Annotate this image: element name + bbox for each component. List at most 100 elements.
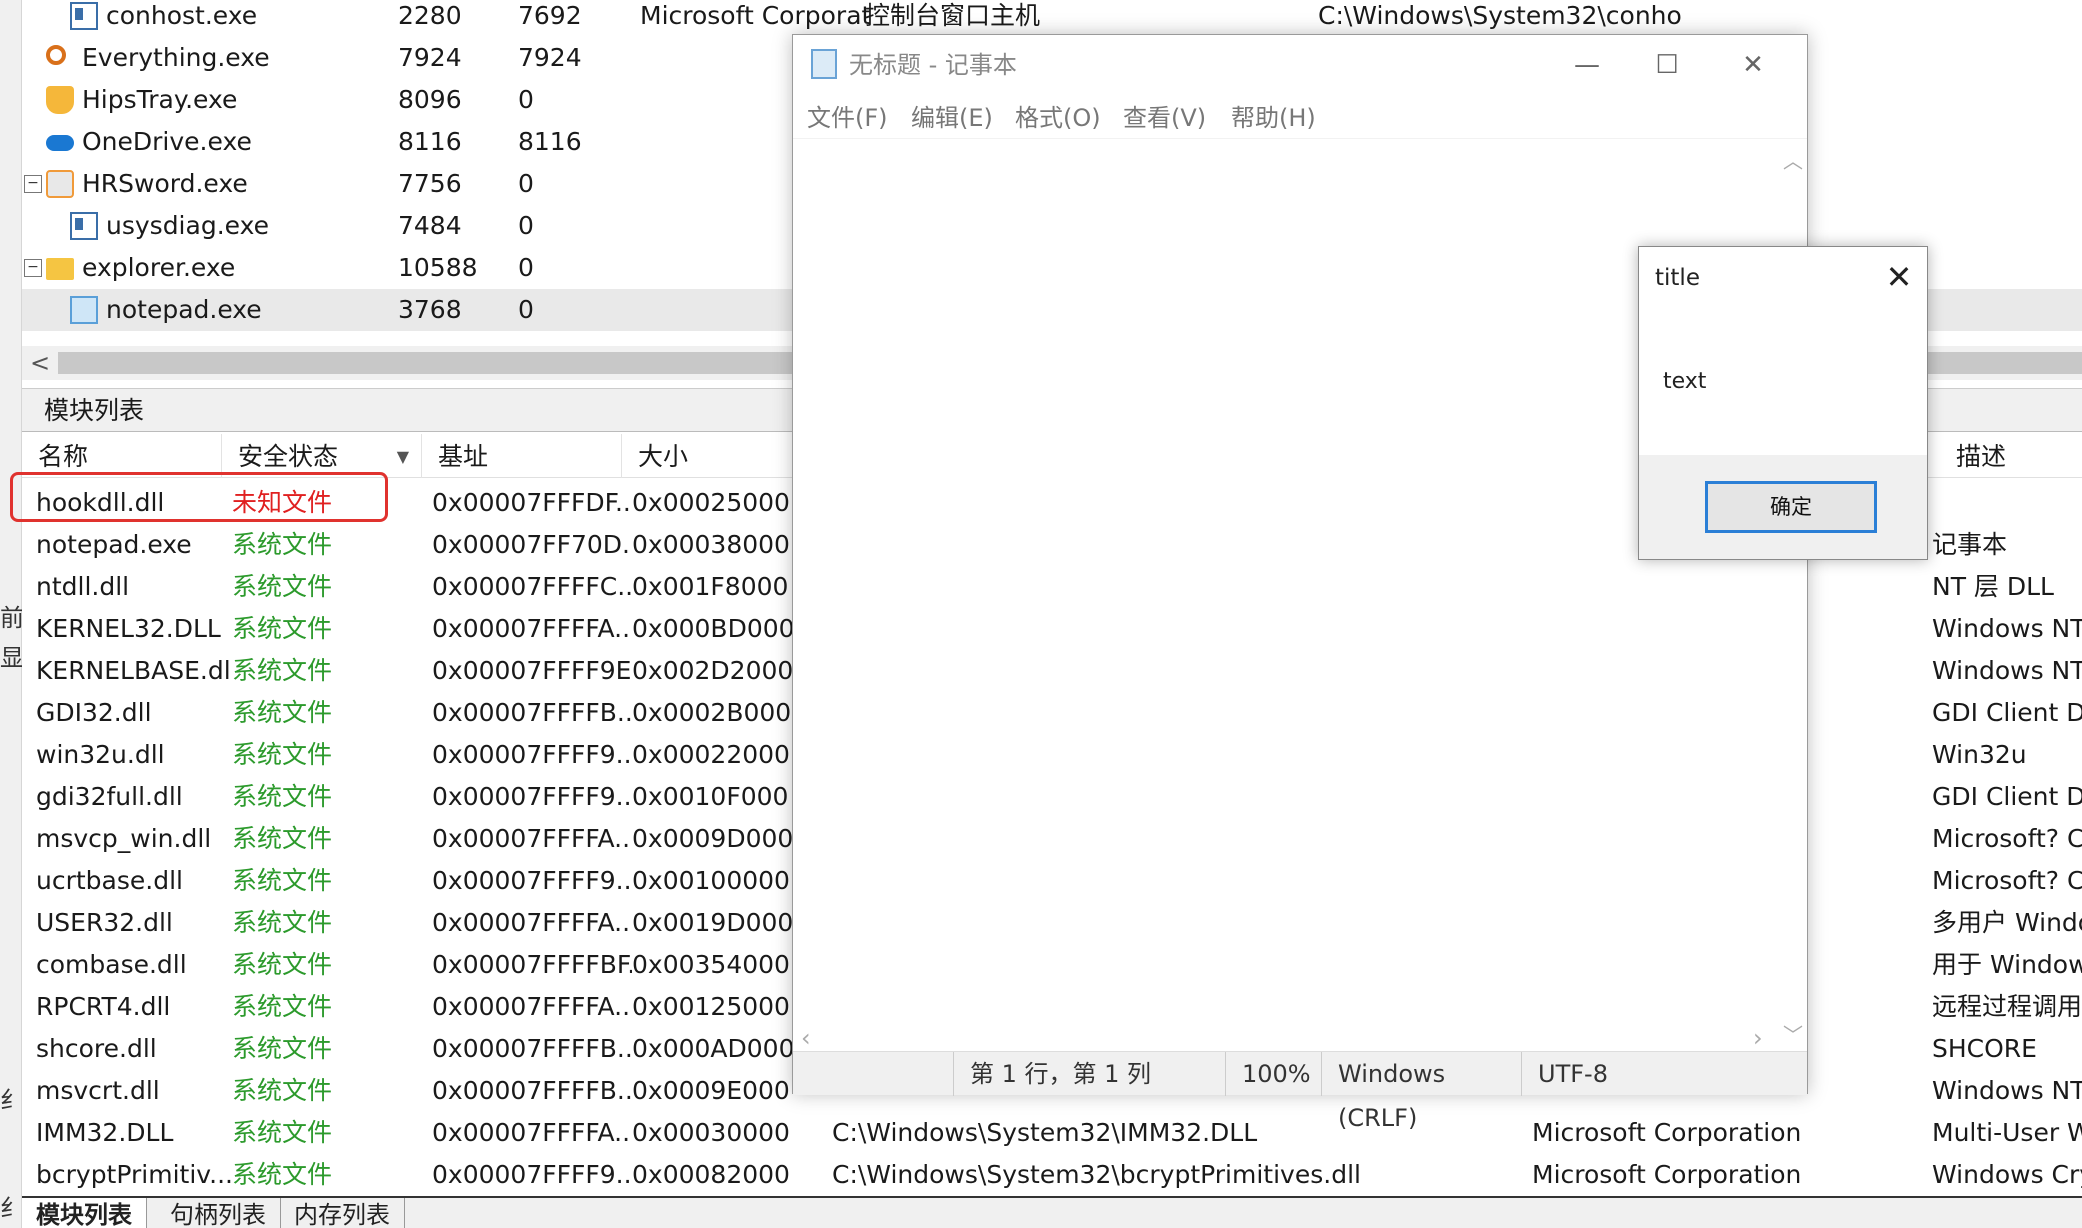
process-description: 控制台窗口主机 — [865, 1, 1041, 30]
module-size: 0x00038000 — [632, 530, 790, 559]
process-pid: 10588 — [398, 253, 478, 282]
sort-down-icon: ▼ — [396, 447, 409, 466]
module-base-address: 0x00007FFFDF... — [432, 488, 632, 517]
collapse-toggle-icon[interactable]: − — [24, 259, 42, 277]
tab-handle-list[interactable]: 句柄列表 — [156, 1198, 281, 1228]
module-description: Windows NT — [1932, 656, 2082, 685]
process-pid: 2280 — [398, 1, 462, 30]
status-zoom: 100% — [1225, 1052, 1321, 1096]
menu-help[interactable]: 帮助(H) — [1231, 95, 1316, 141]
module-base-address: 0x00007FF70D... — [432, 530, 632, 559]
module-size: 0x0019D000 — [632, 908, 794, 937]
module-size: 0x00354000 — [632, 950, 790, 979]
module-security-status: 系统文件 — [232, 572, 333, 601]
notepad-horizontal-scrollbar[interactable]: ‹ › — [793, 1025, 1779, 1051]
close-button[interactable]: ✕ — [1707, 35, 1799, 95]
module-size: 0x00082000 — [632, 1160, 790, 1189]
module-size: 0x00025000 — [632, 488, 790, 517]
process-parent-pid: 7924 — [518, 43, 582, 72]
menu-view[interactable]: 查看(V) — [1123, 95, 1206, 141]
status-line-ending: Windows (CRLF) — [1321, 1052, 1521, 1132]
tab-module-list[interactable]: 模块列表 — [22, 1198, 147, 1228]
menu-edit[interactable]: 编辑(E) — [911, 95, 993, 141]
message-box-text: text — [1663, 369, 1707, 394]
module-base-address: 0x00007FFFFB... — [432, 698, 632, 727]
module-description: Windows Cry — [1932, 1160, 2082, 1189]
module-security-status: 系统文件 — [232, 782, 333, 811]
notepad-window: 无标题 - 记事本 — ☐ ✕ 文件(F) 编辑(E) 格式(O) 查看(V) … — [792, 34, 1808, 1132]
notepad-title: 无标题 - 记事本 — [849, 51, 1017, 79]
process-parent-pid: 0 — [518, 85, 534, 114]
module-size: 0x0009E000 — [632, 1076, 790, 1105]
cloud-icon — [46, 135, 74, 151]
scroll-left-icon[interactable]: < — [30, 346, 50, 380]
module-name: KERNELBASE.dll — [36, 656, 232, 685]
scroll-up-icon[interactable]: ︿ — [1779, 145, 1807, 174]
module-company: Microsoft Corporation — [1532, 1160, 1802, 1189]
notepad-titlebar[interactable]: 无标题 - 记事本 — ☐ ✕ — [793, 35, 1807, 95]
module-security-status: 系统文件 — [232, 656, 333, 685]
module-row[interactable]: IMM32.DLL 系统文件 0x00007FFFFA... 0x00030000 C:… — [22, 1112, 2082, 1154]
console-icon — [70, 212, 98, 240]
left-strip-glyph: 前 — [0, 604, 22, 632]
scroll-left-icon[interactable]: ‹ — [801, 1025, 811, 1051]
process-pid: 8096 — [398, 85, 462, 114]
module-base-address: 0x00007FFFF9... — [432, 740, 632, 769]
process-pid: 7756 — [398, 169, 462, 198]
module-name: bcryptPrimitiv... — [36, 1160, 232, 1189]
module-base-address: 0x00007FFFFA... — [432, 1118, 632, 1147]
module-base-address: 0x00007FFFF9... — [432, 782, 632, 811]
module-name: KERNEL32.DLL — [36, 614, 221, 643]
module-base-address: 0x00007FFFF9... — [432, 1160, 632, 1189]
column-header-description[interactable]: 描述 — [1940, 434, 2082, 478]
module-size: 0x00022000 — [632, 740, 790, 769]
module-base-address: 0x00007FFFFA... — [432, 614, 632, 643]
process-parent-pid: 7692 — [518, 1, 582, 30]
module-base-address: 0x00007FFFFC... — [432, 572, 632, 601]
status-encoding: UTF-8 — [1521, 1052, 1807, 1096]
shield-icon — [46, 86, 74, 114]
hrsword-process-manager: 前 显 纟 纟 conhost.exe 2280 7692 Microsoft Cor… — [0, 0, 2082, 1228]
module-security-status: 系统文件 — [232, 1160, 333, 1189]
menu-format[interactable]: 格式(O) — [1015, 95, 1101, 141]
process-name: HRSword.exe — [82, 169, 248, 198]
scroll-down-icon[interactable]: ﹀ — [1779, 1019, 1807, 1048]
message-box-title: title — [1655, 265, 1700, 291]
module-description: SHCORE — [1932, 1034, 2037, 1063]
bottom-tab-bar: 模块列表 句柄列表 内存列表 — [22, 1196, 2082, 1228]
tab-memory-list[interactable]: 内存列表 — [280, 1198, 405, 1228]
ok-button[interactable]: 确定 — [1705, 481, 1877, 533]
module-description: Microsoft? C — [1932, 824, 2082, 853]
notepad-icon — [70, 296, 98, 324]
process-name: explorer.exe — [82, 253, 236, 282]
module-description: Windows NT — [1932, 614, 2082, 643]
process-path: C:\Windows\System32\conho — [1318, 1, 1682, 30]
left-side-strip: 前 显 纟 纟 — [0, 0, 22, 1228]
module-size: 0x00125000 — [632, 992, 790, 1021]
module-security-status: 系统文件 — [232, 950, 333, 979]
maximize-button[interactable]: ☐ — [1627, 35, 1707, 95]
left-strip-glyph: 纟 — [0, 1086, 22, 1114]
scroll-right-icon[interactable]: › — [1753, 1025, 1763, 1051]
process-name: notepad.exe — [106, 295, 262, 324]
module-size: 0x0010F000 — [632, 782, 789, 811]
process-parent-pid: 8116 — [518, 127, 582, 156]
search-icon — [46, 45, 66, 65]
process-name: Everything.exe — [82, 43, 270, 72]
module-row[interactable]: bcryptPrimitiv... 系统文件 0x00007FFFF9... 0x00… — [22, 1154, 2082, 1196]
module-size: 0x00100000 — [632, 866, 790, 895]
module-company: Microsoft Corporation — [1532, 1118, 1802, 1147]
hrsword-icon — [46, 170, 74, 198]
notepad-text-area[interactable] — [793, 139, 1779, 1051]
module-size: 0x001F8000 — [632, 572, 789, 601]
process-name: HipsTray.exe — [82, 85, 238, 114]
collapse-toggle-icon[interactable]: − — [24, 175, 42, 193]
process-row[interactable]: conhost.exe 2280 7692 Microsoft Corporation… — [22, 0, 2082, 37]
process-parent-pid: 0 — [518, 211, 534, 240]
column-header-base-address[interactable]: 基址 — [422, 434, 622, 478]
module-description: NT 层 DLL — [1932, 572, 2054, 601]
module-path: C:\Windows\System32\IMM32.DLL — [832, 1118, 1258, 1147]
menu-file[interactable]: 文件(F) — [807, 95, 888, 141]
close-icon[interactable]: ✕ — [1877, 255, 1921, 299]
minimize-button[interactable]: — — [1547, 35, 1627, 95]
